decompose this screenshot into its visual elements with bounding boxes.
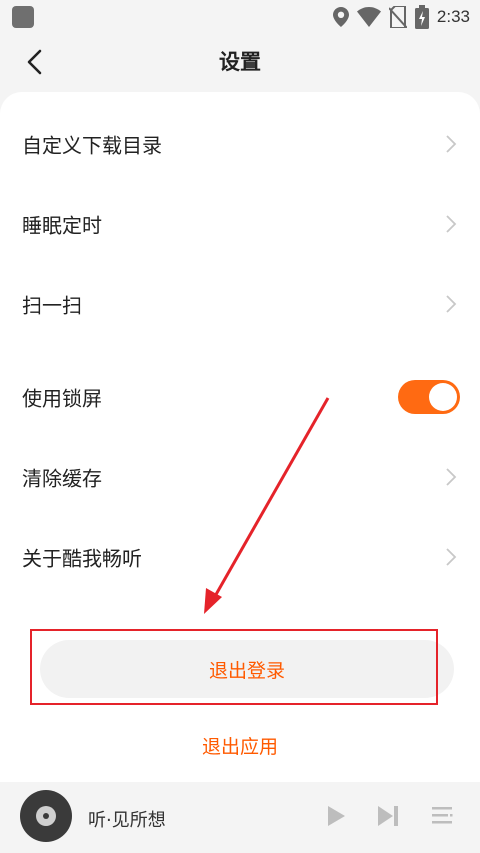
chevron-right-icon bbox=[446, 548, 457, 566]
setting-label: 清除缓存 bbox=[22, 466, 102, 491]
lock-screen-toggle[interactable] bbox=[398, 380, 460, 414]
mini-player[interactable]: 听·见所想 bbox=[0, 782, 480, 853]
highlight-box bbox=[30, 629, 438, 705]
battery-charging-icon bbox=[414, 5, 429, 29]
setting-custom-download-dir[interactable]: 自定义下载目录 bbox=[0, 114, 480, 174]
play-icon bbox=[328, 806, 345, 826]
setting-label: 扫一扫 bbox=[22, 293, 82, 318]
setting-about[interactable]: 关于酷我畅听 bbox=[0, 527, 480, 587]
setting-label: 关于酷我畅听 bbox=[22, 546, 142, 571]
no-sim-icon bbox=[388, 6, 407, 28]
play-button[interactable] bbox=[322, 802, 350, 830]
chevron-right-icon bbox=[446, 468, 457, 486]
track-title: 听·见所想 bbox=[88, 810, 166, 831]
album-disc-icon bbox=[20, 790, 72, 842]
setting-scan[interactable]: 扫一扫 bbox=[0, 274, 480, 334]
setting-lock-screen: 使用锁屏 bbox=[0, 367, 480, 427]
next-button[interactable] bbox=[374, 802, 402, 830]
setting-sleep-timer[interactable]: 睡眠定时 bbox=[0, 194, 480, 254]
location-icon bbox=[332, 7, 349, 27]
status-time: 2:33 bbox=[436, 7, 470, 26]
setting-label: 自定义下载目录 bbox=[22, 133, 162, 158]
chevron-right-icon bbox=[446, 135, 457, 153]
page-title: 设置 bbox=[219, 50, 261, 74]
wifi-icon bbox=[356, 7, 381, 27]
playlist-button[interactable] bbox=[428, 802, 456, 830]
skip-next-icon bbox=[378, 806, 398, 826]
playlist-icon bbox=[432, 807, 453, 824]
chevron-right-icon bbox=[446, 295, 457, 313]
header: 设置 bbox=[0, 34, 480, 90]
exit-app-button[interactable]: 退出应用 bbox=[0, 732, 480, 759]
setting-clear-cache[interactable]: 清除缓存 bbox=[0, 447, 480, 507]
status-bar: 2:33 bbox=[0, 0, 480, 34]
setting-label: 使用锁屏 bbox=[22, 386, 102, 411]
chevron-right-icon bbox=[446, 215, 457, 233]
toggle-knob bbox=[429, 383, 457, 411]
app-notification-icon bbox=[12, 6, 34, 28]
setting-label: 睡眠定时 bbox=[22, 213, 102, 238]
